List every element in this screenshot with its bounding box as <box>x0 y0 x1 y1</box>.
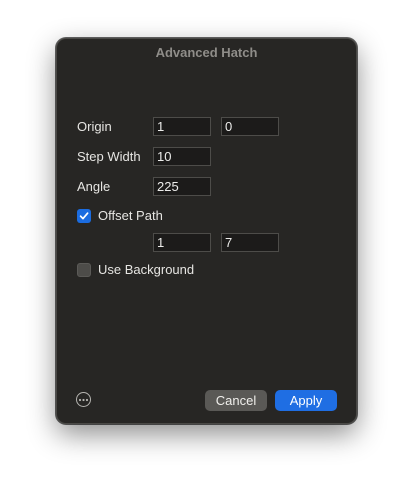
offset-path-option[interactable]: Offset Path <box>77 208 163 223</box>
offset-y-field[interactable]: 7 <box>221 233 279 252</box>
angle-label: Angle <box>77 179 111 194</box>
more-options-button[interactable] <box>76 392 91 407</box>
origin-x-field[interactable]: 1 <box>153 117 211 136</box>
dialog-title: Advanced Hatch <box>155 45 258 60</box>
use-background-checkbox[interactable] <box>77 262 91 277</box>
use-background-label: Use Background <box>98 262 195 277</box>
cancel-button[interactable]: Cancel <box>205 390 267 411</box>
use-background-option[interactable]: Use Background <box>77 262 194 277</box>
offset-x-field[interactable]: 1 <box>153 233 211 252</box>
step-width-label: Step Width <box>77 149 141 164</box>
apply-button[interactable]: Apply <box>275 390 337 411</box>
origin-y-field[interactable]: 0 <box>221 117 279 136</box>
angle-field[interactable]: 225 <box>153 177 211 196</box>
advanced-hatch-dialog: Advanced Hatch Origin 1 0 Step Width 10 … <box>56 38 357 424</box>
offset-path-checkbox[interactable] <box>77 208 91 223</box>
ellipsis-circle-icon <box>78 398 89 401</box>
origin-label: Origin <box>77 119 112 134</box>
step-width-field[interactable]: 10 <box>153 147 211 166</box>
offset-path-label: Offset Path <box>98 208 163 223</box>
checkmark-icon <box>79 211 89 219</box>
